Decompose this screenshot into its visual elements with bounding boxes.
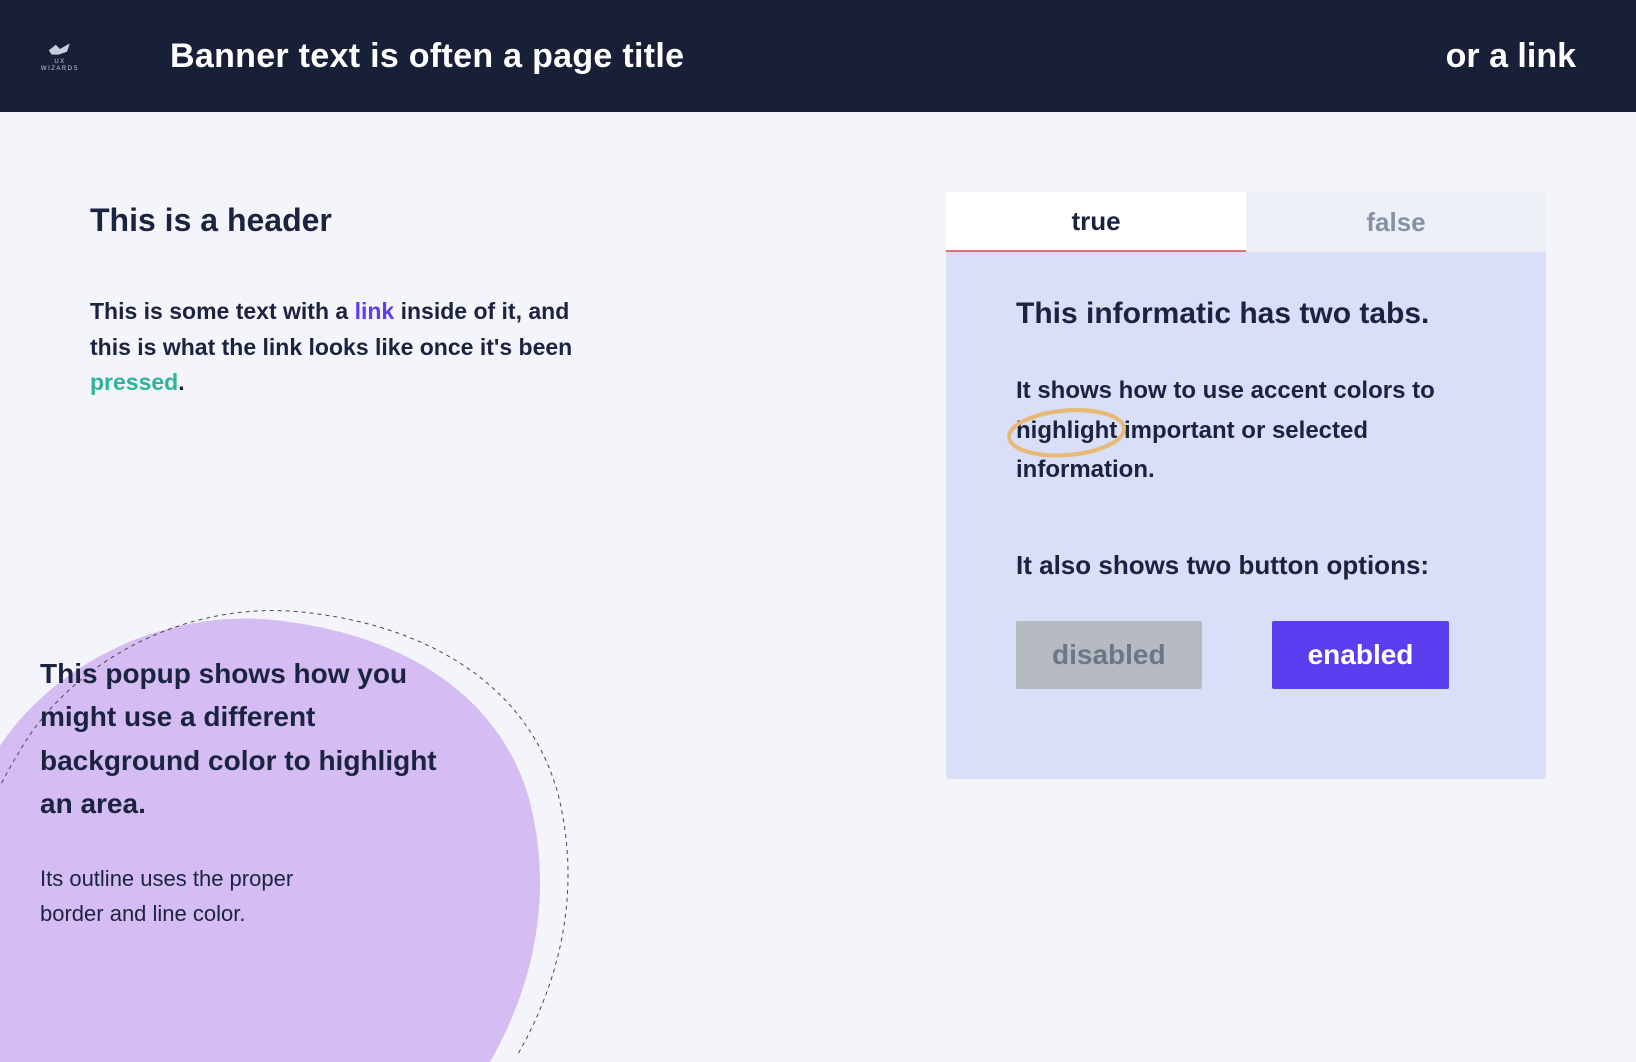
popup-title: This popup shows how you might use a dif… [40, 652, 450, 826]
logo-wizards-label: WIZARDS [41, 66, 79, 72]
inline-link[interactable]: link [355, 298, 395, 324]
highlight-word: highlight [1016, 411, 1117, 451]
top-banner: UX WIZARDS Banner text is often a page t… [0, 0, 1636, 112]
left-column: This is a header This is some text with … [90, 202, 630, 401]
banner-title: Banner text is often a page title [170, 37, 1446, 76]
button-row: disabled enabled [1016, 621, 1486, 689]
tab-true[interactable]: true [946, 192, 1246, 252]
card-title: This informatic has two tabs. [1016, 297, 1486, 331]
popup-content: This popup shows how you might use a dif… [40, 652, 450, 931]
card-subheader: It also shows two button options: [1016, 550, 1486, 581]
main-area: This is a header This is some text with … [0, 112, 1636, 952]
popup-blob: This popup shows how you might use a dif… [0, 542, 610, 1062]
highlight-word-text: highlight [1016, 417, 1117, 444]
enabled-button[interactable]: enabled [1272, 621, 1450, 689]
tab-false[interactable]: false [1246, 192, 1546, 252]
card-text-before: It shows how to use accent colors to [1016, 377, 1435, 404]
intro-text-after: . [178, 369, 184, 395]
tab-bar: true false [946, 192, 1546, 252]
logo-ux-label: UX [54, 59, 65, 65]
informatic-card: true false This informatic has two tabs.… [946, 192, 1546, 779]
card-body: This informatic has two tabs. It shows h… [946, 252, 1546, 779]
inline-pressed-link[interactable]: pressed [90, 369, 178, 395]
card-paragraph: It shows how to use accent colors to hig… [1016, 371, 1486, 490]
section-header: This is a header [90, 202, 630, 239]
intro-paragraph: This is some text with a link inside of … [90, 294, 600, 401]
logo-icon: UX WIZARDS [40, 36, 80, 76]
intro-text-before: This is some text with a [90, 298, 355, 324]
disabled-button[interactable]: disabled [1016, 621, 1202, 689]
banner-link[interactable]: or a link [1446, 37, 1576, 76]
popup-body: Its outline uses the proper border and l… [40, 861, 340, 931]
